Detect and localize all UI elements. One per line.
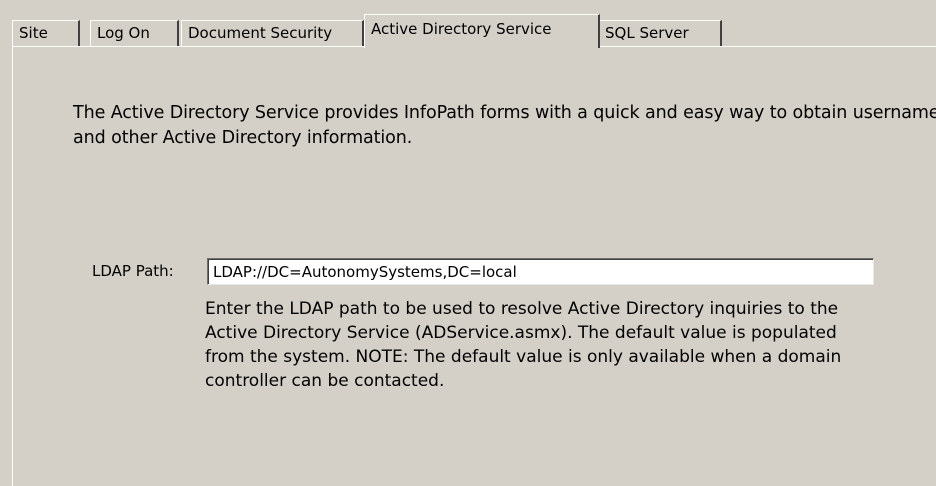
tab-panel-active-directory: The Active Directory Service provides In…	[12, 46, 936, 486]
intro-text: The Active Directory Service provides In…	[73, 103, 936, 148]
tab-active-directory-service[interactable]: Active Directory Service	[364, 14, 600, 48]
tab-log-on[interactable]: Log On	[90, 20, 179, 46]
settings-window: Site Log On Document Security Active Dir…	[0, 0, 936, 486]
ldap-path-label: LDAP Path:	[92, 262, 174, 280]
tab-document-security[interactable]: Document Security	[181, 20, 364, 46]
ldap-path-input[interactable]	[207, 258, 874, 285]
ldap-help-text: Enter the LDAP path to be used to resolv…	[205, 299, 842, 391]
tab-site[interactable]: Site	[12, 20, 80, 46]
tab-sql-server[interactable]: SQL Server	[598, 20, 722, 46]
